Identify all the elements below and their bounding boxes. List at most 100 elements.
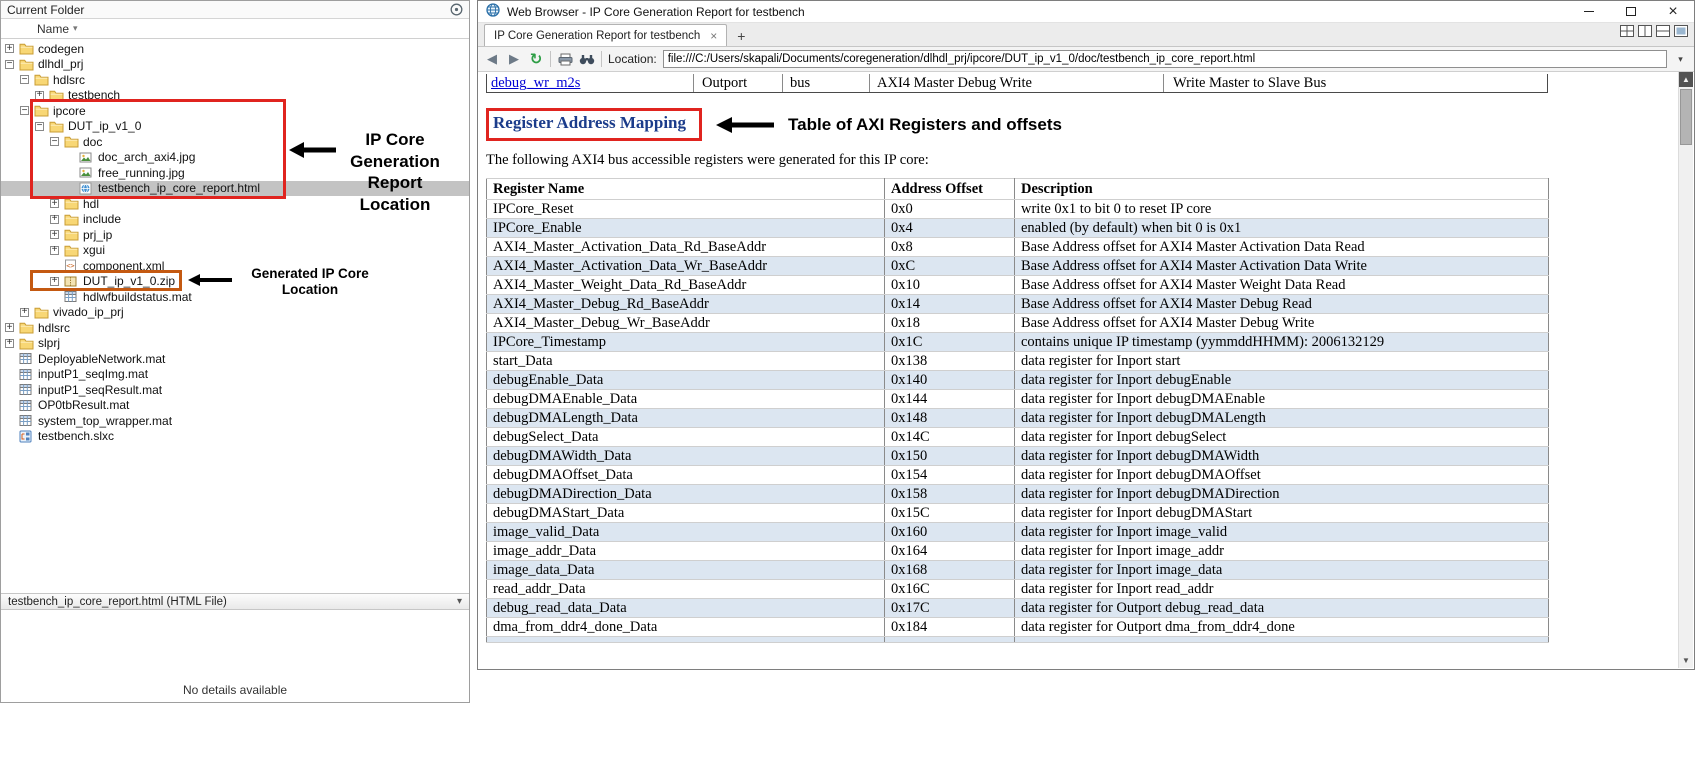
tree-item-system-top-wrapper-mat[interactable]: system_top_wrapper.mat xyxy=(1,413,469,429)
address-offset: 0x4 xyxy=(884,218,1015,238)
tree-item-dlhdl-prj[interactable]: − dlhdl_prj xyxy=(1,57,469,73)
tree-item-codegen[interactable]: + codegen xyxy=(1,41,469,57)
tab-bar: IP Core Generation Report for testbench … xyxy=(478,23,1694,47)
expander-toggle[interactable]: + xyxy=(50,229,59,240)
location-input[interactable] xyxy=(662,50,1667,68)
address-offset: 0x16C xyxy=(884,579,1015,599)
tree-item-hdlsrc[interactable]: − hdlsrc xyxy=(1,72,469,88)
tree-item-inputp1-seqresult-mat[interactable]: inputP1_seqResult.mat xyxy=(1,382,469,398)
tree-item-deployablenetwork-mat[interactable]: DeployableNetwork.mat xyxy=(1,351,469,367)
tree-item-dut-ip-v1-0[interactable]: − DUT_ip_v1_0 xyxy=(1,119,469,135)
expander-toggle[interactable]: − xyxy=(50,136,59,147)
minimize-button[interactable] xyxy=(1568,1,1610,23)
expander-toggle[interactable]: + xyxy=(50,214,59,224)
vertical-scrollbar[interactable]: ▲ ▼ xyxy=(1678,72,1693,668)
name-column-header[interactable]: Name ▾ xyxy=(1,19,469,39)
new-tab-button[interactable]: + xyxy=(730,26,752,46)
expander-toggle[interactable]: + xyxy=(5,43,14,54)
tree-item-hdlwfbuildstatus-mat[interactable]: hdlwfbuildstatus.mat xyxy=(1,289,469,305)
tree-item-label: testbench.slxc xyxy=(38,429,115,444)
tree-item-testbench-ip-core-report-html[interactable]: testbench_ip_core_report.html xyxy=(1,180,469,196)
tree-item-include[interactable]: + include xyxy=(1,212,469,228)
expander-toggle[interactable]: + xyxy=(50,276,59,286)
browser-tab[interactable]: IP Core Generation Report for testbench … xyxy=(484,24,728,46)
tree-item-doc[interactable]: − doc xyxy=(1,134,469,150)
tree-item-slprj[interactable]: + slprj xyxy=(1,336,469,352)
register-row: AXI4_Master_Activation_Data_Rd_BaseAddr 0… xyxy=(486,237,1549,257)
expander-toggle[interactable]: + xyxy=(50,245,59,255)
maximize-button[interactable] xyxy=(1610,1,1652,23)
tree-item-xgui[interactable]: + xgui xyxy=(1,243,469,259)
address-offset: 0x10 xyxy=(884,275,1015,295)
expander-toggle[interactable]: + xyxy=(5,338,14,348)
register-name: read_addr_Data xyxy=(486,579,885,599)
window-titlebar[interactable]: Web Browser - IP Core Generation Report … xyxy=(478,1,1694,23)
register-description: Base Address offset for AXI4 Master Acti… xyxy=(1014,256,1549,276)
scroll-up-button[interactable]: ▲ xyxy=(1679,72,1693,87)
register-row: image_data_Data 0x168 data register for In… xyxy=(486,560,1549,580)
register-description: Base Address offset for AXI4 Master Debu… xyxy=(1014,294,1549,314)
register-description: data register for Inport debugDMAOffset xyxy=(1014,465,1549,485)
expander-toggle[interactable]: − xyxy=(35,121,44,131)
scroll-down-button[interactable]: ▼ xyxy=(1679,653,1693,668)
folder-icon xyxy=(49,89,64,102)
forward-button[interactable]: ▶ xyxy=(506,51,522,67)
url-history-button[interactable]: ▾ xyxy=(1673,54,1688,65)
details-header[interactable]: testbench_ip_core_report.html (HTML File… xyxy=(1,593,469,610)
tree-item-label: vivado_ip_prj xyxy=(53,305,124,320)
expander-toggle[interactable]: + xyxy=(50,198,59,209)
tree-item-testbench[interactable]: + testbench xyxy=(1,88,469,104)
port-name-link[interactable]: debug_wr_m2s xyxy=(491,75,580,92)
scroll-thumb[interactable] xyxy=(1680,89,1692,145)
address-offset: 0x17C xyxy=(884,598,1015,618)
address-offset: 0x154 xyxy=(884,465,1015,485)
tree-item-label: codegen xyxy=(38,41,85,56)
find-icon[interactable] xyxy=(579,53,595,65)
tree-item-ipcore[interactable]: − ipcore xyxy=(1,103,469,119)
layout-split-horizontal-icon[interactable] xyxy=(1656,24,1670,42)
tree-item-free-running-jpg[interactable]: free_running.jpg xyxy=(1,165,469,181)
port-direction: Outport xyxy=(694,74,783,92)
close-button[interactable]: × xyxy=(1652,1,1694,23)
tree-item-hdlsrc[interactable]: + hdlsrc xyxy=(1,320,469,336)
register-name: image_addr_Data xyxy=(486,541,885,561)
print-button[interactable] xyxy=(557,53,573,66)
layout-grid-icon[interactable] xyxy=(1620,24,1634,42)
tree-item-inputp1-seqimg-mat[interactable]: inputP1_seqImg.mat xyxy=(1,367,469,383)
register-name: debug_read_data_Data xyxy=(486,598,885,618)
tree-item-component-xml[interactable]: <> component.xml xyxy=(1,258,469,274)
expander-toggle[interactable]: − xyxy=(20,74,29,85)
tree-item-dut-ip-v1-0-zip[interactable]: + DUT_ip_v1_0.zip xyxy=(1,274,469,290)
tree-item-vivado-ip-prj[interactable]: + vivado_ip_prj xyxy=(1,305,469,321)
register-description: data register for Outport debug_read_dat… xyxy=(1014,598,1549,618)
layout-split-vertical-icon[interactable] xyxy=(1638,24,1652,42)
sort-arrow-icon: ▾ xyxy=(73,23,78,33)
layout-maximize-icon[interactable] xyxy=(1674,24,1688,42)
clipped-register-row xyxy=(486,636,1549,643)
address-offset: 0x8 xyxy=(884,237,1015,257)
refresh-button[interactable]: ↻ xyxy=(528,50,544,68)
tree-item-testbench-slxc[interactable]: testbench.slxc xyxy=(1,429,469,445)
tree-item-label: doc xyxy=(83,134,103,149)
expander-toggle[interactable]: − xyxy=(5,59,14,69)
details-empty-text: No details available xyxy=(182,683,288,697)
expander-toggle[interactable]: + xyxy=(5,322,14,333)
tree-item-label: DeployableNetwork.mat xyxy=(38,351,166,366)
tree-item-op0tbresult-mat[interactable]: OP0tbResult.mat xyxy=(1,398,469,414)
register-name: AXI4_Master_Activation_Data_Rd_BaseAddr xyxy=(486,237,885,257)
tab-close-icon[interactable]: × xyxy=(710,30,717,42)
tree-item-label: OP0tbResult.mat xyxy=(38,398,130,413)
expander-toggle[interactable]: − xyxy=(20,105,29,116)
expander-toggle[interactable]: + xyxy=(20,307,29,317)
tree-item-doc-arch-axi4-jpg[interactable]: doc_arch_axi4.jpg xyxy=(1,150,469,166)
tree-item-prj-ip[interactable]: + prj_ip xyxy=(1,227,469,243)
panel-menu-icon[interactable] xyxy=(450,3,463,16)
register-description: data register for Inport debugDMALength xyxy=(1014,408,1549,428)
tree-item-hdl[interactable]: + hdl xyxy=(1,196,469,212)
back-button[interactable]: ◀ xyxy=(484,51,500,67)
register-description: data register for Inport debugEnable xyxy=(1014,370,1549,390)
expander-toggle[interactable]: + xyxy=(35,90,44,100)
tree-item-label: ipcore xyxy=(53,103,86,118)
